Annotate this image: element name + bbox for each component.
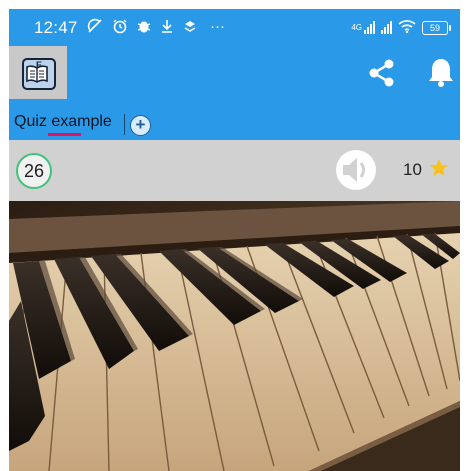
app-bar: E [9, 46, 460, 102]
wifi-icon [398, 19, 416, 36]
question-image-piano-keys [9, 201, 460, 471]
download-icon [160, 18, 174, 38]
score-value: 10 [403, 160, 422, 179]
active-tab-indicator [48, 133, 81, 136]
share-icon[interactable] [367, 58, 397, 93]
e-book-icon: E [22, 58, 56, 90]
tab-divider [124, 114, 125, 135]
status-system-icons: 4G 59 [351, 19, 451, 36]
plus-circle-icon[interactable]: + [130, 115, 151, 136]
piano-keys-illustration [9, 201, 460, 471]
bug-icon [137, 18, 151, 38]
bell-icon[interactable] [427, 56, 455, 93]
speaker-icon[interactable] [332, 149, 380, 196]
sync-off-icon [87, 18, 103, 38]
signal-icon [364, 21, 375, 34]
battery-indicator: 59 [422, 20, 451, 35]
network-type: 4G [351, 23, 362, 32]
app-screen: 12:47 ··· 4G 59 E Quiz example + 26 10 [9, 9, 460, 471]
quiz-tab-strip: Quiz example + [9, 99, 460, 140]
stack-icon [183, 18, 197, 38]
app-logo-button[interactable]: E [9, 46, 67, 102]
status-bar: 12:47 ··· 4G 59 [9, 9, 460, 46]
countdown-timer: 26 [16, 153, 52, 189]
alarm-icon [112, 18, 128, 38]
quiz-info-bar: 26 10 [9, 140, 460, 201]
more-icon: ··· [210, 18, 225, 35]
status-notification-icons: ··· [87, 18, 225, 38]
star-icon [429, 158, 449, 183]
status-time: 12:47 [34, 18, 78, 37]
tab-label: Quiz example [14, 113, 112, 130]
signal-icon-2 [381, 21, 392, 34]
